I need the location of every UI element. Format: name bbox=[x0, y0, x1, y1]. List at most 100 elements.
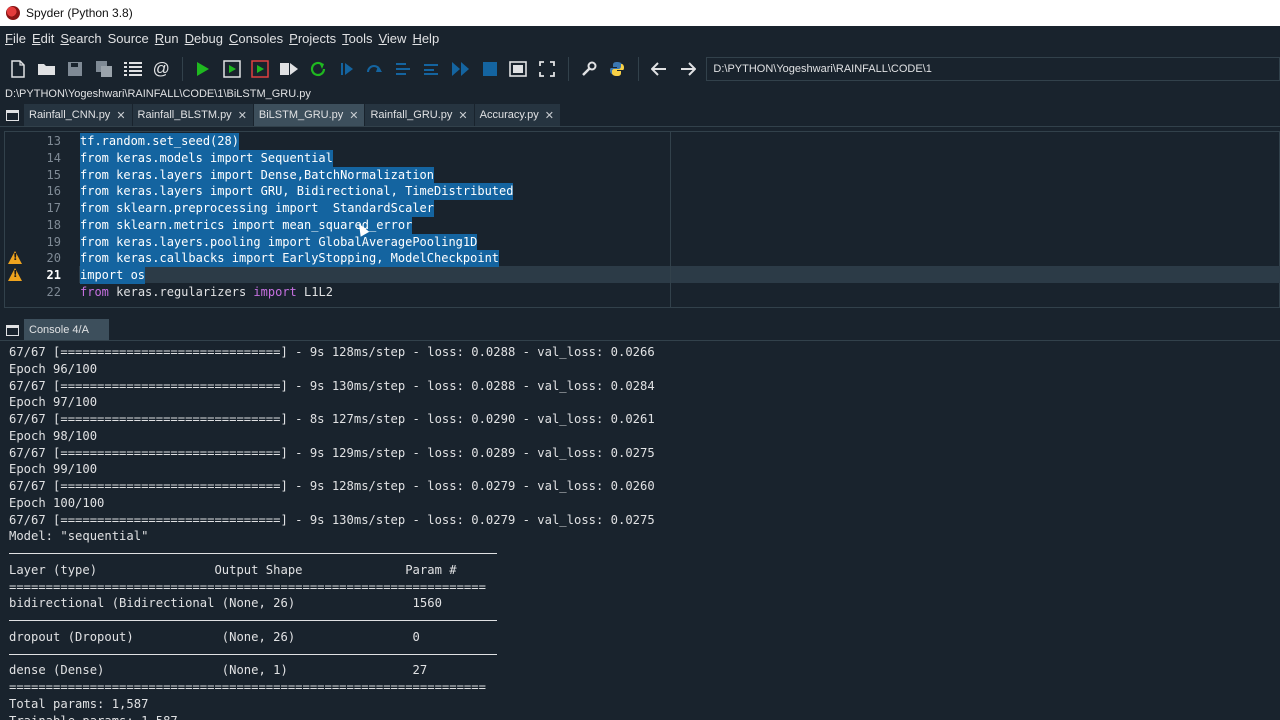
console-line: Trainable params: 1,587 bbox=[9, 713, 178, 720]
menu-item[interactable]: Edit bbox=[29, 31, 57, 46]
line-number: 21 bbox=[46, 268, 61, 282]
step-icon[interactable] bbox=[361, 55, 389, 83]
stop-icon[interactable] bbox=[476, 55, 504, 83]
menu-item[interactable]: Projects bbox=[286, 31, 339, 46]
code-line: 15 from keras.layers import Dense,BatchNo… bbox=[5, 166, 1275, 184]
menu-item[interactable]: Run bbox=[152, 31, 182, 46]
code-line: 16 from keras.layers import GRU, Bidirect… bbox=[5, 183, 1275, 201]
toolbar-separator bbox=[638, 57, 640, 81]
run-cell-icon[interactable] bbox=[218, 55, 246, 83]
current-file-path: D:\PYTHON\Yogeshwari\RAINFALL\CODE\1\BiL… bbox=[5, 88, 311, 100]
menu-bar: File Edit Search Source Run Debug Consoles Proj… bbox=[0, 26, 1280, 51]
menu-item[interactable]: Debug bbox=[182, 31, 226, 46]
code-editor[interactable]: 13 tf.random.set_seed(28) 14 from keras.mod… bbox=[4, 131, 1280, 308]
console-line: Total params: 1,587 bbox=[9, 696, 149, 711]
editor-tab-label: BiLSTM_GRU.py bbox=[258, 109, 344, 121]
console-line: Layer (type) Output Shape Param # bbox=[9, 562, 457, 577]
table-rule bbox=[9, 653, 497, 655]
editor-tab[interactable]: Rainfall_BLSTM.py ✕ bbox=[132, 104, 253, 126]
continue-icon[interactable] bbox=[447, 55, 475, 83]
console-line: dense (Dense) (None, 1) 27 bbox=[9, 663, 428, 678]
step-into-icon[interactable] bbox=[390, 55, 418, 83]
menu-item[interactable]: Tools bbox=[339, 31, 375, 46]
back-arrow-icon[interactable] bbox=[645, 55, 673, 83]
forward-arrow-icon[interactable] bbox=[674, 55, 702, 83]
editor-tab[interactable]: BiLSTM_GRU.py ✕ bbox=[253, 104, 365, 126]
console-tab-bar: Console 4/A bbox=[0, 319, 1280, 341]
maximize-pane-icon[interactable] bbox=[504, 55, 532, 83]
line-number: 20 bbox=[46, 251, 61, 266]
at-icon[interactable]: @ bbox=[147, 55, 175, 83]
code-text: from keras.layers.pooling import GlobalA… bbox=[80, 233, 478, 251]
save-icon[interactable] bbox=[61, 55, 89, 83]
run-cell-advance-icon[interactable] bbox=[246, 55, 274, 83]
debug-icon[interactable] bbox=[332, 55, 360, 83]
close-tab-icon[interactable]: ✕ bbox=[545, 109, 554, 122]
close-tab-icon[interactable]: ✕ bbox=[458, 109, 467, 122]
line-number: 14 bbox=[46, 150, 61, 165]
console-line: dropout (Dropout) (None, 26) 0 bbox=[9, 629, 420, 644]
rerun-icon[interactable] bbox=[304, 55, 332, 83]
console-line: 67/67 [==============================] -… bbox=[9, 412, 655, 426]
line-number: 18 bbox=[46, 217, 61, 232]
code-text: from keras.regularizers import L1L2 bbox=[80, 284, 333, 299]
console-line: Epoch 97/100 bbox=[9, 395, 98, 410]
code-line: 22 from keras.regularizers import L1L2 bbox=[5, 284, 1275, 301]
code-text: from keras.layers import Dense,BatchNorm… bbox=[80, 166, 435, 184]
open-folder-icon[interactable] bbox=[33, 55, 61, 83]
table-rule bbox=[9, 620, 497, 621]
warning-icon[interactable] bbox=[8, 251, 22, 265]
run-icon[interactable] bbox=[189, 55, 217, 83]
code-text: tf.random.set_seed(28) bbox=[80, 133, 239, 150]
console-line: 67/67 [==============================] -… bbox=[9, 345, 655, 359]
code-line: 21 import os bbox=[5, 267, 1275, 284]
outline-icon[interactable] bbox=[119, 55, 147, 83]
tab-console[interactable]: Console 4/A bbox=[24, 319, 109, 340]
close-tab-icon[interactable]: ✕ bbox=[349, 109, 358, 122]
code-text: from keras.callbacks import EarlyStoppin… bbox=[80, 250, 500, 268]
menu-item[interactable]: Source bbox=[105, 31, 152, 46]
browse-tabs-icon[interactable] bbox=[0, 104, 24, 126]
window-title-bar: Spyder (Python 3.8) bbox=[0, 0, 1280, 26]
fullscreen-icon[interactable] bbox=[533, 55, 561, 83]
editor-tab-label: Accuracy.py bbox=[479, 109, 539, 121]
python-icon[interactable] bbox=[603, 55, 631, 83]
step-return-icon[interactable] bbox=[418, 55, 446, 83]
console-line: Epoch 99/100 bbox=[9, 462, 98, 477]
console-line: Epoch 96/100 bbox=[9, 361, 98, 376]
menu-item[interactable]: Consoles bbox=[226, 31, 286, 46]
editor-tab-label: Rainfall_BLSTM.py bbox=[137, 109, 232, 121]
spyder-logo-icon bbox=[6, 6, 20, 20]
menu-item[interactable]: Search bbox=[57, 31, 104, 46]
working-directory-field[interactable]: D:\PYTHON\Yogeshwari\RAINFALL\CODE\1 bbox=[706, 57, 1280, 81]
editor-tab[interactable]: Rainfall_CNN.py ✕ bbox=[24, 104, 132, 126]
ipython-console[interactable]: 67/67 [==============================] -… bbox=[0, 342, 1280, 720]
editor-tab[interactable]: Accuracy.py ✕ bbox=[474, 104, 560, 126]
close-tab-icon[interactable]: ✕ bbox=[116, 109, 125, 122]
line-number: 15 bbox=[46, 167, 61, 182]
line-number: 16 bbox=[46, 184, 61, 199]
close-tab-icon[interactable]: ✕ bbox=[238, 109, 247, 122]
toolbar-separator bbox=[567, 57, 569, 81]
editor-tab-label: Rainfall_CNN.py bbox=[29, 109, 111, 121]
code-text: from keras.models import Sequential bbox=[80, 149, 333, 167]
console-line: 67/67 [==============================] -… bbox=[9, 445, 655, 460]
console-line: Model: "sequential" bbox=[9, 529, 149, 544]
run-selection-icon[interactable] bbox=[275, 55, 303, 83]
code-line: 20 from keras.callbacks import EarlyStopp… bbox=[5, 250, 1275, 268]
editor-tab-bar: Rainfall_CNN.py ✕ Rainfall_BLSTM.py ✕ BiLSTM… bbox=[0, 103, 1280, 127]
warning-icon[interactable] bbox=[8, 268, 22, 281]
console-line: bidirectional (Bidirectional (None, 26) … bbox=[9, 596, 442, 611]
table-rule bbox=[9, 553, 497, 554]
save-all-icon[interactable] bbox=[90, 55, 118, 83]
editor-tab[interactable]: Rainfall_GRU.py ✕ bbox=[365, 104, 474, 126]
menu-item[interactable]: File bbox=[2, 31, 29, 46]
menu-item[interactable]: View bbox=[375, 31, 409, 46]
code-text: import os bbox=[80, 267, 146, 284]
wrench-icon[interactable] bbox=[575, 55, 603, 83]
editor-tab-label: Rainfall_GRU.py bbox=[370, 109, 453, 121]
main-toolbar: @ D:\PYTHON\Yogeshwari\RAINFALL\CODE\1 bbox=[0, 51, 1280, 87]
menu-item[interactable]: Help bbox=[409, 31, 442, 46]
new-file-icon[interactable] bbox=[4, 55, 32, 83]
browse-consoles-icon[interactable] bbox=[0, 320, 24, 340]
